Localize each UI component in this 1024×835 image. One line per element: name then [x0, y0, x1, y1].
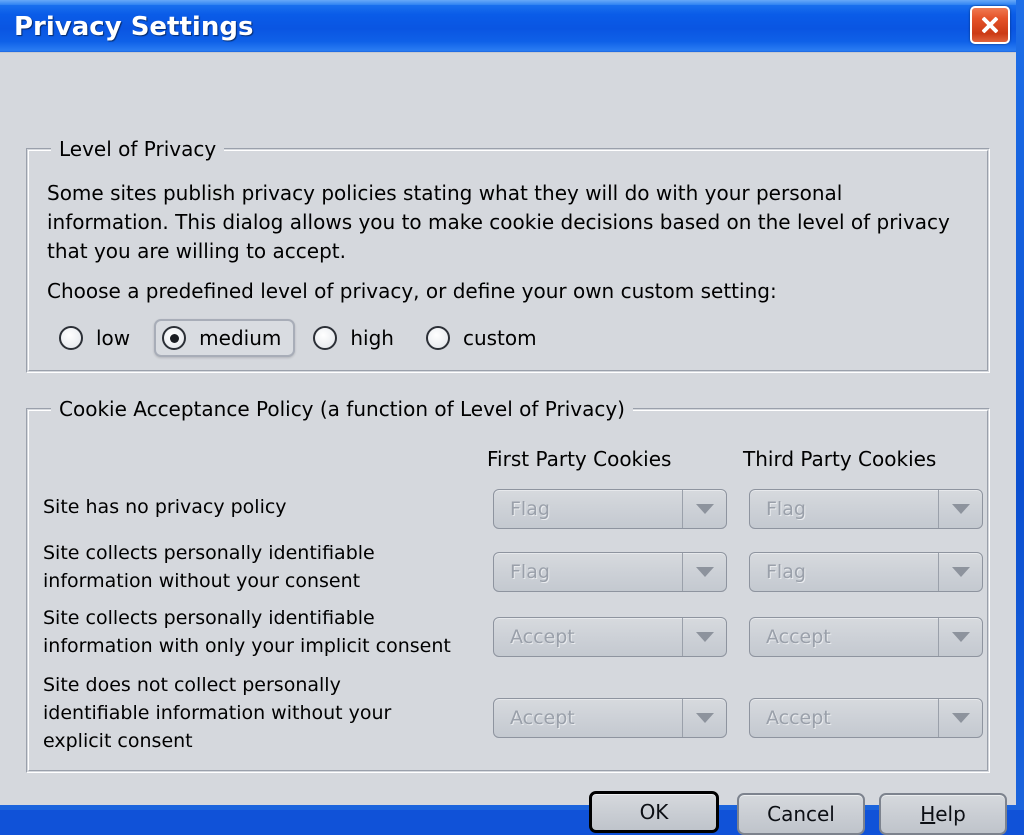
privacy-description: Some sites publish privacy policies stat…: [47, 181, 950, 263]
combo-third-party-row-4[interactable]: Accept: [749, 698, 983, 738]
combo-value-third-party-row-2: Flag: [766, 561, 806, 583]
combo-first-party-row-1[interactable]: Flag: [493, 489, 727, 529]
radio-label-low: low: [96, 326, 131, 350]
radio-label-custom: custom: [462, 326, 537, 350]
combo-value-third-party-row-1: Flag: [766, 498, 806, 520]
combo-first-party-row-2[interactable]: Flag: [493, 552, 727, 592]
chevron-down-icon[interactable]: [682, 553, 726, 591]
help-rest: elp: [935, 802, 966, 826]
radio-option-low[interactable]: low: [51, 319, 144, 357]
row-label-does-not-collect-explicit-consent: Site does not collect personally identif…: [43, 674, 392, 752]
cookie-acceptance-policy-group: Cookie Acceptance Policy (a function of …: [26, 397, 990, 773]
help-button-label: Help: [920, 802, 966, 826]
cancel-button-label: Cancel: [767, 802, 835, 826]
chevron-down-icon[interactable]: [682, 699, 726, 737]
chevron-down-icon[interactable]: [682, 618, 726, 656]
help-mnemonic: H: [920, 802, 936, 826]
combo-third-party-row-2[interactable]: Flag: [749, 552, 983, 592]
radio-dot-custom-icon: [425, 326, 450, 350]
ok-button-label: OK: [639, 800, 669, 824]
radio-label-medium: medium: [199, 326, 282, 350]
combo-third-party-row-3[interactable]: Accept: [749, 617, 983, 657]
privacy-level-radio-group: low medium high custom: [51, 319, 561, 357]
level-of-privacy-group-title: Level of Privacy: [51, 137, 225, 161]
chevron-down-icon[interactable]: [682, 490, 726, 528]
row-label-collects-implicit-consent: Site collects personally identifiable in…: [43, 607, 451, 657]
dialog-client-area: Level of Privacy Some sites publish priv…: [0, 52, 1016, 835]
radio-label-high: high: [350, 326, 394, 350]
close-icon[interactable]: [970, 6, 1010, 44]
cookie-acceptance-policy-group-title: Cookie Acceptance Policy (a function of …: [51, 397, 633, 421]
combo-value-first-party-row-2: Flag: [510, 561, 550, 583]
combo-value-third-party-row-4: Accept: [766, 707, 831, 729]
help-button[interactable]: Help: [879, 793, 1007, 835]
combo-value-first-party-row-4: Accept: [510, 707, 575, 729]
title-bar: Privacy Settings: [0, 0, 1016, 52]
combo-value-first-party-row-3: Accept: [510, 626, 575, 648]
choose-level-prompt: Choose a predefined level of privacy, or…: [47, 279, 777, 303]
column-header-third-party: Third Party Cookies: [743, 447, 937, 471]
column-header-first-party: First Party Cookies: [487, 447, 672, 471]
radio-option-medium[interactable]: medium: [154, 319, 296, 357]
combo-third-party-row-1[interactable]: Flag: [749, 489, 983, 529]
chevron-down-icon[interactable]: [938, 490, 982, 528]
combo-value-third-party-row-3: Accept: [766, 626, 831, 648]
radio-option-high[interactable]: high: [305, 319, 408, 357]
chevron-down-icon[interactable]: [938, 553, 982, 591]
window-title: Privacy Settings: [14, 12, 254, 42]
radio-dot-high-icon: [313, 326, 338, 350]
combo-first-party-row-4[interactable]: Accept: [493, 698, 727, 738]
row-label-collects-without-consent: Site collects personally identifiable in…: [43, 542, 375, 592]
chevron-down-icon[interactable]: [938, 618, 982, 656]
privacy-settings-dialog: Privacy Settings Level of Privacy Some s…: [0, 0, 1024, 835]
chevron-down-icon[interactable]: [938, 699, 982, 737]
row-label-no-privacy-policy: Site has no privacy policy: [43, 496, 287, 518]
titlebar-gloss: [0, 0, 1016, 5]
combo-first-party-row-3[interactable]: Accept: [493, 617, 727, 657]
ok-button[interactable]: OK: [589, 791, 719, 833]
level-of-privacy-group: Level of Privacy Some sites publish priv…: [26, 137, 990, 373]
radio-dot-low-icon: [59, 326, 83, 350]
combo-value-first-party-row-1: Flag: [510, 498, 550, 520]
radio-dot-medium-icon: [162, 326, 187, 350]
cancel-button[interactable]: Cancel: [737, 793, 865, 835]
radio-option-custom[interactable]: custom: [418, 319, 551, 357]
